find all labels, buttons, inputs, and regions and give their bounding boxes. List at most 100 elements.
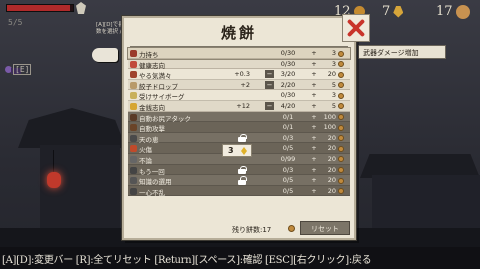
coin-icon (338, 177, 344, 184)
decrease-button[interactable]: − (265, 80, 274, 89)
upgrade-row[interactable]: 自動攻撃 0/1 +100 (128, 122, 350, 133)
coin-icon (338, 92, 344, 99)
coin-icon (338, 61, 344, 68)
upgrade-name: 金銭志向 (139, 103, 165, 112)
coin-icon (338, 156, 344, 163)
gem-icon (241, 147, 247, 155)
upgrade-name: 一心不乱 (139, 188, 165, 197)
upgrade-name: 自動お尻アタック (139, 114, 191, 123)
increase-button[interactable]: + (310, 166, 318, 174)
upgrade-cost: 20 (327, 70, 336, 79)
upgrade-count: 0/30 (280, 91, 296, 100)
upgrade-cost: 20 (327, 133, 336, 142)
upgrade-name: 餃子ドロップ (139, 82, 178, 91)
coin-icon (338, 50, 344, 57)
upgrade-row[interactable]: もう一回 0/3 +20 (128, 164, 350, 176)
upgrade-row[interactable]: 一心不乱 0/5 +20 (128, 185, 350, 197)
resource-value: 17 (436, 4, 453, 19)
upgrade-cost: 5 (331, 80, 336, 89)
upgrade-icon (130, 187, 137, 195)
hp-fill (7, 5, 70, 11)
upgrade-name: 火傷 (139, 146, 152, 155)
increase-button[interactable]: + (310, 60, 318, 68)
upgrade-count: 2/20 (280, 80, 296, 89)
upgrade-count: 0/3 (282, 133, 294, 142)
upgrade-count: 4/20 (280, 101, 296, 110)
skill-tooltip: 武器ダメージ増加 (358, 45, 446, 59)
upgrade-row[interactable]: 餃子ドロップ +2 −2/20 +5 (128, 79, 350, 91)
upgrade-count: 0/5 (282, 186, 294, 195)
increase-button[interactable]: + (310, 70, 318, 78)
upgrade-count: 0/1 (282, 123, 294, 132)
upgrade-icon (130, 60, 137, 68)
upgrade-name: 自動攻撃 (139, 125, 165, 134)
upgrade-bonus: +2 (240, 80, 250, 89)
lock-icon (238, 176, 247, 185)
upgrade-icon (130, 166, 137, 174)
coin-icon (338, 103, 344, 110)
upgrade-cost: 20 (327, 176, 336, 185)
upgrade-row[interactable]: 金銭志向 +12 −4/20 +5 (128, 100, 350, 112)
upgrade-name: もう一回 (139, 167, 165, 176)
increase-button[interactable]: + (310, 91, 318, 99)
upgrade-icon (130, 155, 137, 163)
upgrade-row[interactable]: 健康志向 0/30 +3 (128, 58, 350, 70)
coin-icon (288, 225, 295, 232)
remaining-label: 残り餅数:17 (232, 226, 272, 234)
red-lantern-icon (47, 172, 61, 188)
close-button[interactable] (342, 14, 370, 42)
gem-icon (393, 5, 404, 18)
panel-footer: 残り餅数:17 リセット (124, 218, 354, 240)
resource-counter-gem: 7 (382, 4, 404, 19)
hp-text: 5/5 (8, 18, 23, 27)
upgrade-icon (130, 113, 137, 121)
increase-button[interactable]: + (310, 144, 318, 152)
upgrade-cost: 100 (323, 123, 336, 132)
lock-icon (238, 165, 247, 175)
upgrade-icon (130, 92, 137, 100)
resource-counter-coin: 17 (436, 4, 470, 19)
increase-button[interactable]: + (310, 155, 318, 163)
upgrade-icon (130, 102, 137, 110)
upgrade-panel: 焼餅 力持ち 0/30 +3 健康志向 0/30 +3 やる気満々 +0.3−3/20 +20 餃… (122, 14, 370, 240)
upgrade-cost: 3 (331, 59, 336, 68)
upgrade-icon (130, 71, 137, 79)
panel-title: 焼餅 (220, 24, 257, 42)
upgrade-row[interactable]: 力持ち 0/30 +3 (127, 47, 351, 60)
increase-button[interactable]: + (310, 187, 318, 195)
upgrade-count: 3/20 (280, 70, 296, 79)
increase-button[interactable]: + (310, 49, 318, 57)
upgrade-list: 力持ち 0/30 +3 健康志向 0/30 +3 やる気満々 +0.3−3/20 +20 餃子ドロ… (127, 47, 351, 197)
coin-icon (338, 71, 344, 78)
increase-button[interactable]: + (310, 134, 318, 142)
upgrade-name: 力持ち (139, 51, 159, 59)
increase-button[interactable]: + (310, 81, 318, 89)
upgrade-row[interactable]: やる気満々 +0.3 −3/20 +20 (128, 69, 350, 80)
decrease-button[interactable]: − (265, 70, 274, 79)
points-selector[interactable]: 3 (222, 144, 252, 157)
upgrade-row[interactable]: 知識の選用 0/5 +20 (128, 175, 350, 186)
increase-button[interactable]: + (310, 102, 318, 110)
decrease-button[interactable]: − (265, 101, 274, 110)
upgrade-count: 0/1 (282, 112, 294, 121)
upgrade-row[interactable]: 天の恵 0/3 +20 (128, 132, 350, 144)
upgrade-cost: 20 (327, 154, 336, 163)
upgrade-icon (130, 50, 137, 57)
upgrade-icon (130, 124, 137, 132)
upgrade-icon (130, 177, 137, 185)
upgrade-row[interactable]: 自動お尻アタック 0/1 +100 (128, 111, 350, 123)
upgrade-cost: 3 (331, 91, 336, 100)
upgrade-count: 0/99 (280, 154, 296, 163)
upgrade-cost: 3 (331, 49, 336, 57)
reset-button[interactable]: リセット (300, 221, 350, 235)
upgrade-cost: 100 (323, 112, 336, 121)
increase-button[interactable]: + (310, 176, 318, 184)
upgrade-row[interactable]: 受けサイボーグ 0/30 +3 (128, 90, 350, 101)
coin-icon (338, 114, 344, 121)
increase-button[interactable]: + (310, 123, 318, 131)
upgrade-name: やる気満々 (139, 72, 172, 81)
upgrade-count: 0/3 (282, 165, 294, 174)
increase-button[interactable]: + (310, 113, 318, 121)
key-help-bar: [A][D]:変更バー [R]:全てリセット [Return][スペース]:確認… (0, 247, 480, 269)
upgrade-count: 0/5 (282, 144, 294, 153)
